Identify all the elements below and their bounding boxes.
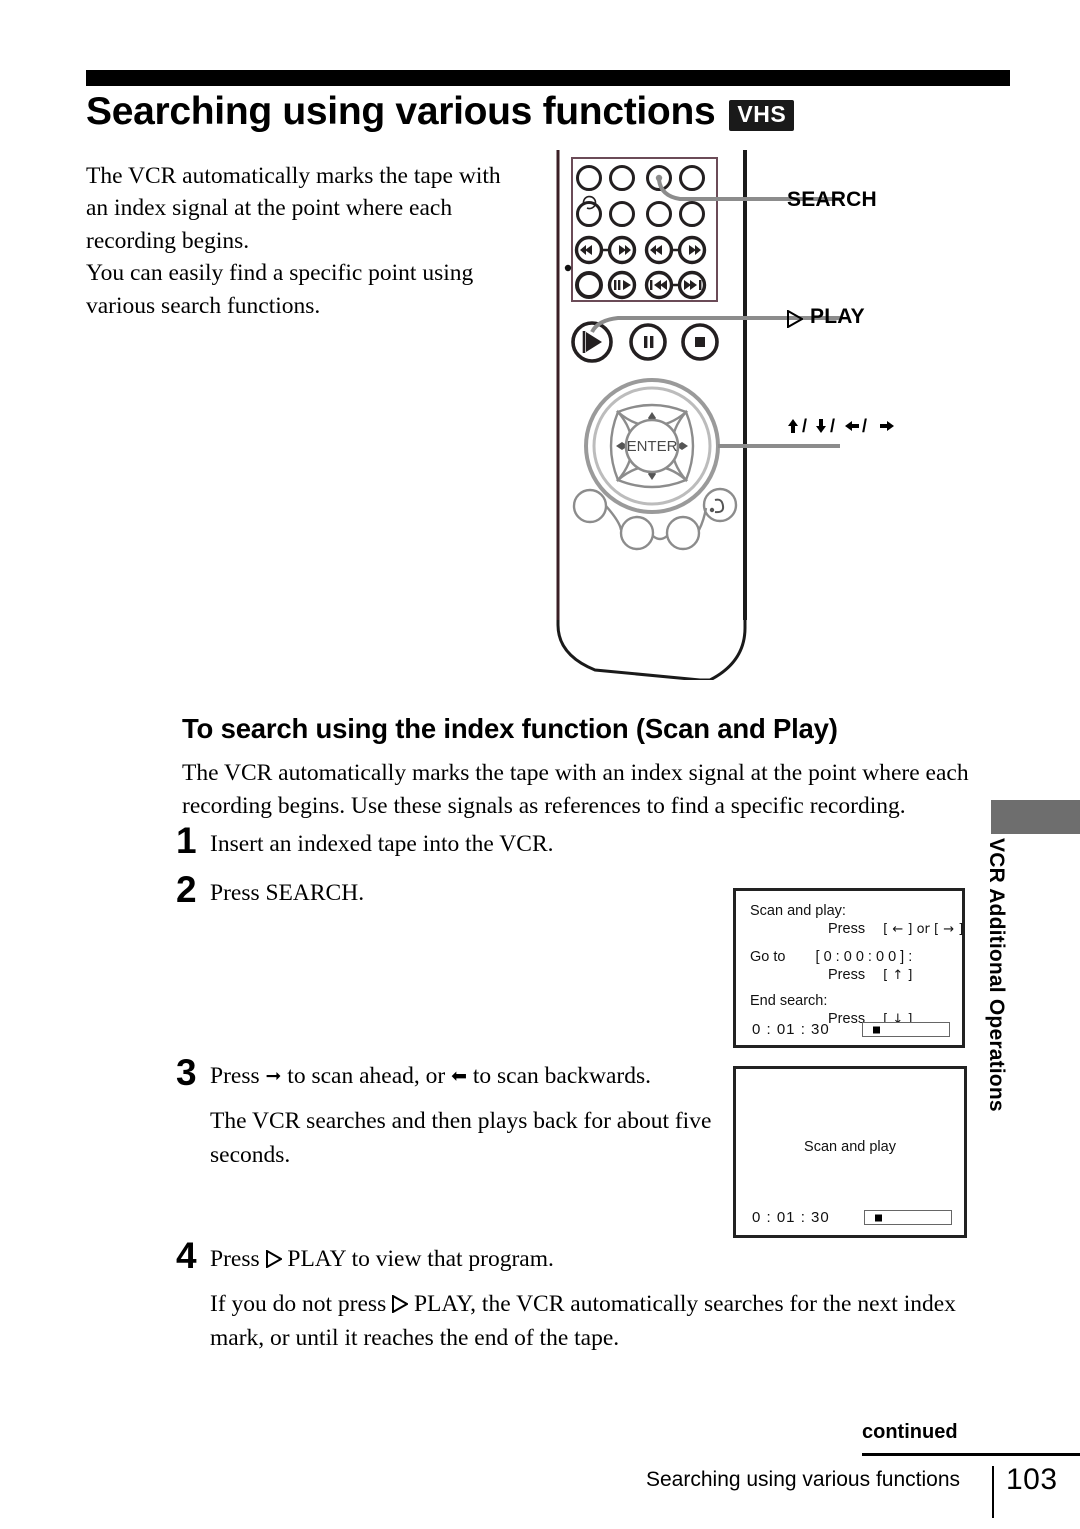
step-3-text-line-2: The VCR searches and then plays back for… <box>210 1108 712 1168</box>
step-2-number: 2 <box>176 869 197 910</box>
tape-position-indicator-2 <box>864 1210 952 1225</box>
footer-divider <box>992 1466 994 1518</box>
step-4-number: 4 <box>176 1235 197 1276</box>
page-title: Searching using various functions <box>86 90 716 133</box>
pause-button <box>629 323 667 361</box>
osd-press-label-2: Press <box>828 967 866 983</box>
step-2: 2 Press SEARCH. <box>176 871 736 911</box>
play-triangle-icon-inline-2 <box>392 1295 409 1314</box>
play-triangle-icon <box>787 310 803 328</box>
svg-text:/: / <box>830 416 835 436</box>
osd-press-label-3: Press <box>828 1011 866 1027</box>
intro-line-1: The VCR automatically marks the tape wit… <box>86 163 501 189</box>
step-1: 1 Insert an indexed tape into the VCR. <box>176 822 736 862</box>
section-tab-label: VCR Additional Operations <box>985 838 1008 1112</box>
step-4: 4 Press PLAY to view that program. If yo… <box>176 1237 976 1355</box>
tape-position-indicator <box>862 1022 950 1037</box>
osd-scan-press-row: Press [ ← ] or [ → ] <box>828 921 963 937</box>
header-rule <box>86 70 1010 86</box>
step-4-text-c: If you do not press <box>210 1291 387 1318</box>
intro-line-3: recording begins. <box>86 227 250 254</box>
section-intro-line-2: recording begins. Use these signals as r… <box>182 793 906 820</box>
step-3: 3 Press ➞ to scan ahead, or ⬅ to scan ba… <box>176 1054 736 1172</box>
step-3-text-a: Press <box>210 1063 260 1089</box>
osd-up-key: [ ↑ ] <box>883 968 913 983</box>
footer-top-rule <box>960 1453 1080 1456</box>
osd-play-counter: 0 : 01 : 30 <box>752 1209 830 1226</box>
osd-press-label-1: Press <box>828 921 866 937</box>
section-intro-line-1: The VCR automatically marks the tape wit… <box>182 760 969 786</box>
osd-menu-tape-bar <box>862 1022 950 1037</box>
callout-arrow-keys-label: / / / <box>787 415 905 443</box>
osd-scan-and-play-screen: Scan and play 0 : 01 : 30 <box>733 1066 967 1238</box>
section-heading: To search using the index function (Scan… <box>182 713 838 744</box>
step-3-text-c: to scan backwards. <box>472 1063 652 1089</box>
enter-label: ENTER <box>627 438 678 455</box>
osd-menu-counter: 0 : 01 : 30 <box>752 1021 830 1038</box>
remote-control-diagram: ENTER <box>556 150 840 680</box>
svg-text:/: / <box>802 416 807 436</box>
callout-play-label: PLAY <box>787 305 865 329</box>
page-number: 103 <box>1006 1463 1058 1496</box>
step-1-text: Insert an indexed tape into the VCR. <box>210 831 554 857</box>
step-2-body: Press SEARCH. <box>210 877 364 910</box>
page-title-row: Searching using various functions VHS <box>86 90 1010 133</box>
direction-pad: ENTER <box>584 378 720 514</box>
step-4-body: Press PLAY to view that program. If you … <box>210 1243 976 1355</box>
callout-search-label: SEARCH <box>787 188 877 211</box>
remote-control-illustration: ENTER SEARCH PLAY / / / <box>540 150 1010 680</box>
osd-play-tape-bar <box>864 1210 952 1225</box>
continued-label: continued <box>862 1421 958 1443</box>
step-1-body: Insert an indexed tape into the VCR. <box>210 828 554 861</box>
intro-line-4: You can easily find a specific point usi… <box>86 260 474 287</box>
callout-play-text: PLAY <box>810 305 865 328</box>
vhs-format-badge: VHS <box>729 100 795 131</box>
osd-scan-play-message: Scan and play <box>804 1139 896 1155</box>
osd-goto-press-row: Press [ ↑ ] <box>828 967 912 983</box>
section-tab-block <box>991 800 1080 834</box>
step-4-text-a: Press <box>210 1246 260 1272</box>
intro-paragraph: The VCR automatically marks the tape wit… <box>86 160 516 322</box>
osd-end-search-label: End search: <box>750 993 828 1009</box>
intro-line-2: an index signal at the point where each <box>86 195 453 222</box>
left-arrow-icon: ⬅ <box>451 1065 467 1087</box>
manual-page: Searching using various functions VHS Th… <box>0 0 1080 1529</box>
step-2-text: Press SEARCH. <box>210 880 365 906</box>
arrow-keys-icon: / / / <box>788 416 894 436</box>
step-3-number: 3 <box>176 1052 197 1093</box>
osd-search-menu: Scan and play: Press [ ← ] or [ → ] Go t… <box>733 888 965 1048</box>
osd-scan-and-play-label: Scan and play: <box>750 903 846 919</box>
step-4-text-b: PLAY to view that program. <box>287 1246 554 1272</box>
section-intro: The VCR automatically marks the tape wit… <box>182 757 972 824</box>
intro-line-5: various search functions. <box>86 292 321 319</box>
play-triangle-icon-inline-1 <box>265 1250 282 1268</box>
step-4-text-line-1: Press PLAY to view that program. <box>210 1243 976 1276</box>
footer-running-title: Searching using various functions <box>645 1468 960 1491</box>
osd-goto-label: Go to <box>750 949 786 965</box>
osd-left-right-keys: [ ← ] or [ → ] <box>883 922 964 937</box>
osd-goto-row: Go to [ 0 : 0 0 : 0 0 ] : <box>750 949 912 965</box>
right-arrow-icon: ➞ <box>265 1065 282 1087</box>
osd-goto-value: [ 0 : 0 0 : 0 0 ] : <box>815 949 913 965</box>
step-4-text-line-2: If you do not press PLAY, the VCR automa… <box>210 1288 976 1355</box>
step-3-body: Press ➞ to scan ahead, or ⬅ to scan back… <box>210 1060 736 1172</box>
step-3-text-b: to scan ahead, or <box>287 1063 446 1089</box>
step-3-text-line-1: Press ➞ to scan ahead, or ⬅ to scan back… <box>210 1060 736 1093</box>
step-1-number: 1 <box>176 820 197 861</box>
svg-text:/: / <box>862 416 867 436</box>
